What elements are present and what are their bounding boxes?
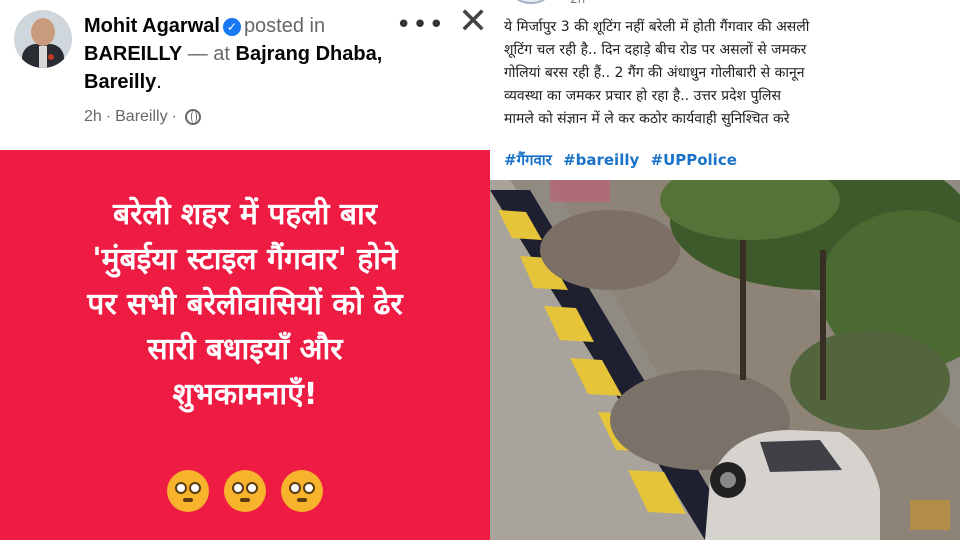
period: . [156, 71, 162, 93]
hashtag-link[interactable]: #bareilly [563, 151, 639, 169]
street-video-frame[interactable] [490, 180, 960, 540]
caption-line: गोलियां बरस रही हैं.. 2 गैंग की अंधाधुन … [504, 65, 805, 81]
caption-line: व्यवस्था का जमकर प्रचार हो रहा है.. उत्त… [504, 88, 782, 104]
card-line: सारी बधाइयाँ और [147, 332, 343, 367]
screen: Mohit Agarwal ✓ posted in BAREILLY — at Ba… [0, 0, 960, 540]
posted-in-label: posted in [243, 15, 326, 37]
post-time[interactable]: 2h [84, 108, 102, 125]
author-name[interactable]: Mohit Agarwal [84, 15, 220, 37]
post-meta: 2h · Bareilly · [84, 108, 201, 126]
privacy-globe-icon [184, 108, 201, 125]
card-line: शुभकामनाएँ! [172, 377, 318, 412]
embedded-screenshot: 2h ये मिर्जापुर 3 की शूटिंग नहीं बरेली म… [490, 0, 960, 540]
emoji-row [0, 468, 490, 512]
verified-badge-icon: ✓ [222, 17, 241, 36]
card-line: 'मुंबईया स्टाइल गैंगवार' होने [92, 242, 398, 277]
post-header: Mohit Agarwal ✓ posted in BAREILLY — at Ba… [0, 0, 490, 150]
group-link[interactable]: BAREILLY [84, 43, 182, 65]
street-scene-image [490, 180, 960, 540]
monocle-tears-emoji-icon [281, 470, 324, 512]
monocle-tears-emoji-icon [166, 470, 209, 512]
facebook-post: Mohit Agarwal ✓ posted in BAREILLY — at Ba… [0, 0, 490, 540]
card-line: बरेली शहर में पहली बार [112, 197, 378, 232]
close-icon[interactable]: ✕ [458, 4, 488, 40]
screenshot-caption: 2h ये मिर्जापुर 3 की शूटिंग नहीं बरेली म… [490, 0, 960, 180]
source-avatar [510, 0, 552, 4]
at-separator: — at [187, 43, 230, 65]
post-location[interactable]: Bareilly [115, 108, 167, 125]
hashtag-link[interactable]: #गैंगवार [504, 151, 552, 169]
caption-line: शूटिंग चल रही है.. दिन दहाड़े बीच रोड पर… [504, 42, 807, 58]
caption-line: मामले को संज्ञान में ले कर कठोर कार्यवाह… [504, 111, 790, 127]
hashtag-link[interactable]: #UPPolice [651, 151, 737, 169]
caption-line: ये मिर्जापुर 3 की शूटिंग नहीं बरेली में … [504, 19, 810, 35]
source-time: 2h [570, 0, 585, 6]
caption-text: ये मिर्जापुर 3 की शूटिंग नहीं बरेली में … [504, 16, 954, 131]
post-attribution: Mohit Agarwal ✓ posted in BAREILLY — at Ba… [84, 12, 384, 96]
author-avatar[interactable] [14, 10, 72, 68]
card-text: बरेली शहर में पहली बार 'मुंबईया स्टाइल ग… [10, 192, 480, 417]
text-post-card: बरेली शहर में पहली बार 'मुंबईया स्टाइल ग… [0, 150, 490, 540]
hashtag-row: #गैंगवार #bareilly #UPPolice [504, 150, 743, 170]
more-options-icon[interactable]: ••• [396, 10, 445, 40]
card-line: पर सभी बरेलीवासियों को ढेर [87, 287, 403, 322]
monocle-tears-emoji-icon [224, 470, 266, 512]
